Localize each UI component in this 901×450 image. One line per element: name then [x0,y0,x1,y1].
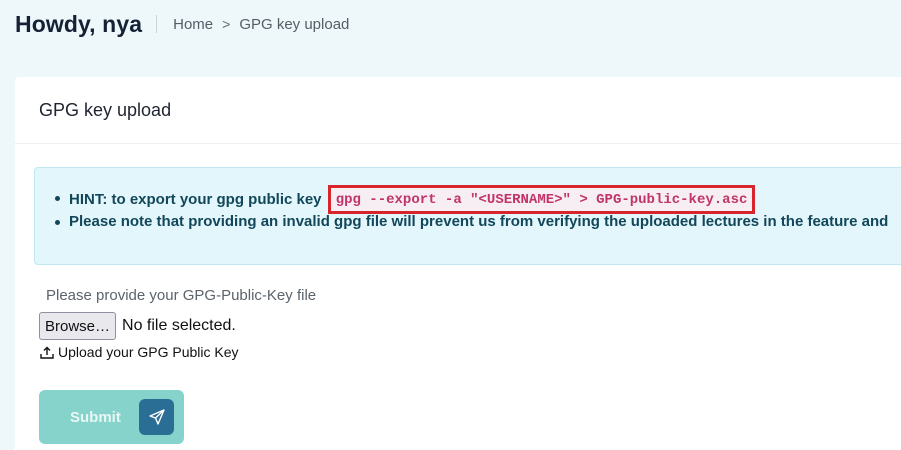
hint-item-export: HINT: to export your gpg public key gpg … [54,185,888,214]
breadcrumb: Home > GPG key upload [173,16,349,33]
header-divider [156,15,158,33]
top-bar: Howdy, nya Home > GPG key upload [0,0,901,48]
breadcrumb-current: GPG key upload [239,15,350,33]
hint-list: HINT: to export your gpg public key gpg … [54,185,889,234]
hint-warning-text: Please note that providing an invalid gp… [69,213,889,230]
upload-helper-text: Upload your GPG Public Key [58,344,239,360]
card-header: GPG key upload [15,77,901,144]
hint-export-text: HINT: to export your gpg public key [69,191,322,208]
send-icon [139,399,174,435]
greeting: Howdy, nya [15,10,143,37]
upload-helper: Upload your GPG Public Key [40,344,239,360]
browse-button[interactable]: Browse… [39,312,117,340]
breadcrumb-home-link[interactable]: Home [173,16,213,33]
chevron-right-icon: > [222,16,231,32]
hint-item-invalid-warning: Please note that providing an invalid gp… [54,210,889,234]
card-title: GPG key upload [39,99,172,120]
file-status: No file selected. [122,317,236,334]
gpg-upload-card: GPG key upload HINT: to export your gpg … [15,77,901,450]
file-input[interactable]: Browse… No file selected. [39,312,236,340]
submit-button[interactable]: Submit [39,390,184,444]
submit-label: Submit [70,408,121,426]
file-field-label: Please provide your GPG-Public-Key file [46,287,317,304]
hint-alert: HINT: to export your gpg public key gpg … [34,167,901,265]
upload-icon [40,346,54,359]
